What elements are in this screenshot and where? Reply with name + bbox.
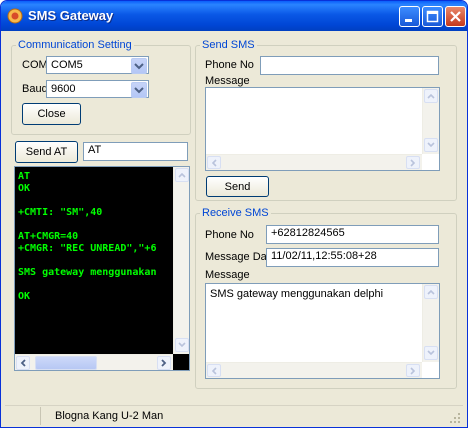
terminal-line: AT [18,171,31,182]
terminal-horizontal-scrollbar[interactable] [15,354,173,370]
chevron-left-icon [20,359,26,367]
chevron-up-icon [427,289,435,295]
scroll-right-button[interactable] [157,356,171,370]
chevron-right-icon [410,159,416,167]
close-port-button[interactable]: Close [22,103,81,125]
send-at-button[interactable]: Send AT [15,141,78,163]
baud-dropdown-button[interactable] [131,82,147,98]
terminal-line: AT+CMGR=40 [18,231,79,242]
receive-message-label: Message [205,269,250,281]
terminal-line: OK [18,291,31,302]
chevron-down-icon [134,63,144,70]
send-message-horizontal-scrollbar[interactable] [206,154,422,170]
minimize-button[interactable] [399,6,420,27]
scroll-down-button[interactable] [424,138,438,152]
minimize-icon [405,19,412,22]
com-select-value: COM5 [51,59,83,71]
scroll-left-button[interactable] [207,156,221,169]
send-sms-legend: Send SMS [202,39,255,51]
receive-message-textarea[interactable]: SMS gateway menggunakan delphi [205,283,440,379]
communication-setting-legend: Communication Setting [18,39,132,51]
receive-date-input[interactable]: 11/02/11,12:55:08+28 [266,248,439,267]
scroll-left-button[interactable] [16,356,30,370]
main-window: SMS Gateway Communication Setting COM CO… [0,0,468,428]
chevron-down-icon [427,142,435,148]
terminal-line: SMS gateway menggunakan [18,267,157,278]
close-window-button[interactable] [445,6,466,27]
status-panel-empty [5,407,41,425]
scroll-up-button[interactable] [424,285,438,299]
maximize-button[interactable] [422,6,443,27]
terminal-line: +CMTI: "SM",40 [18,207,103,218]
send-phone-input[interactable] [260,56,439,75]
receive-message-text: SMS gateway menggunakan delphi [210,288,384,300]
chevron-right-icon [161,359,167,367]
send-message-label: Message [205,75,250,87]
scroll-up-button[interactable] [424,89,438,103]
chevron-left-icon [211,159,217,167]
chevron-down-icon [427,350,435,356]
scroll-up-button[interactable] [175,168,189,182]
app-icon [7,8,23,24]
baud-select[interactable]: 9600 [46,80,149,98]
status-text: Blogna Kang U-2 Man [55,410,164,422]
window-title: SMS Gateway [28,8,114,23]
scroll-thumb[interactable] [35,356,97,370]
terminal-text: AT OK +CMTI: "SM",40 AT+CMGR=40 +CMGR: "REC … [15,167,173,353]
receive-phone-input[interactable]: +62812824565 [266,225,439,244]
scroll-right-button[interactable] [406,156,420,169]
send-sms-button[interactable]: Send [206,176,269,197]
chevron-down-icon [178,342,186,348]
title-bar[interactable]: SMS Gateway [1,1,467,31]
close-icon [450,11,461,22]
chevron-down-icon [134,87,144,94]
com-select[interactable]: COM5 [46,56,149,74]
send-message-vertical-scrollbar[interactable] [422,88,439,154]
terminal-line: OK [18,183,31,194]
terminal-line: +CMGR: "REC UNREAD","+6 [18,243,157,254]
com-label: COM [22,59,48,71]
scroll-down-button[interactable] [424,346,438,360]
chevron-left-icon [211,367,217,375]
resize-grip-icon[interactable] [449,412,461,424]
chevron-up-icon [427,93,435,99]
receive-message-horizontal-scrollbar[interactable] [206,362,422,378]
chevron-up-icon [178,172,186,178]
baud-select-value: 9600 [51,83,76,95]
maximize-icon [426,10,439,23]
terminal-vertical-scrollbar[interactable] [173,167,189,354]
chevron-right-icon [410,367,416,375]
scroll-left-button[interactable] [207,364,221,377]
send-phone-label: Phone No [205,59,254,71]
receive-message-vertical-scrollbar[interactable] [422,284,439,362]
send-message-textarea[interactable] [205,87,440,171]
com-dropdown-button[interactable] [131,58,147,74]
baud-label: Baud [22,83,48,95]
receive-phone-label: Phone No [205,229,254,241]
at-command-input[interactable]: AT [83,142,188,161]
receive-sms-legend: Receive SMS [202,207,269,219]
terminal-output[interactable]: AT OK +CMTI: "SM",40 AT+CMGR=40 +CMGR: "REC … [14,166,190,371]
scroll-right-button[interactable] [406,364,420,377]
scroll-down-button[interactable] [175,338,189,352]
status-bar: Blogna Kang U-2 Man [5,405,463,425]
